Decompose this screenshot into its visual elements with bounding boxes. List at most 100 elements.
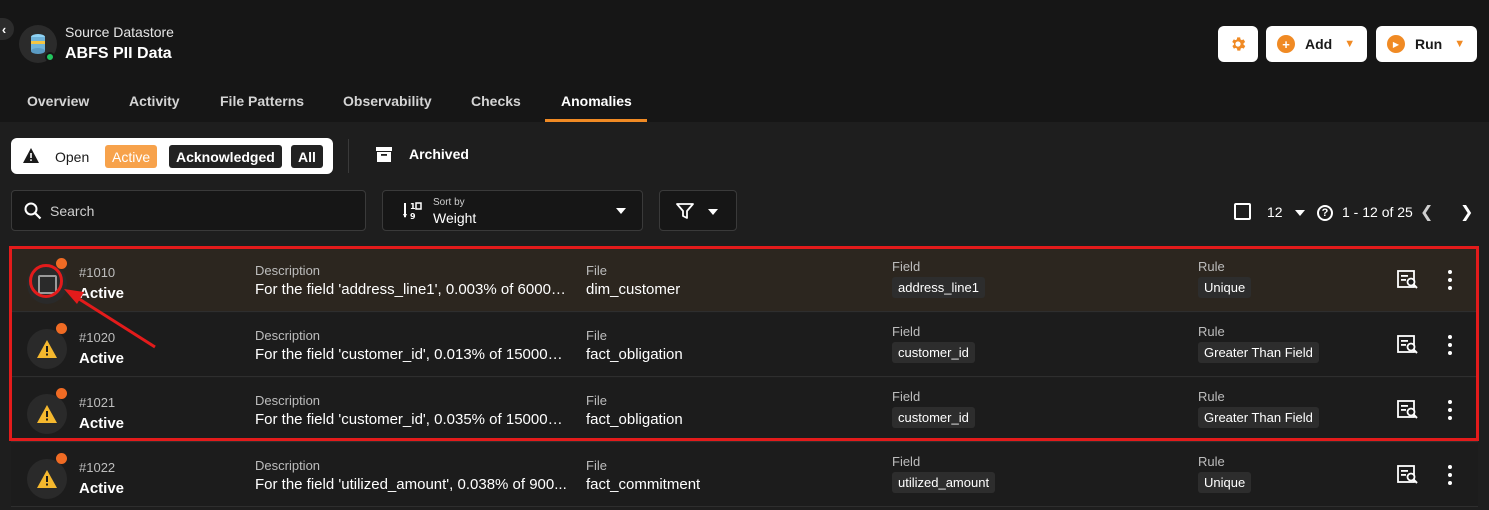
anomaly-status: Active [79,480,125,497]
online-status-dot [45,52,55,62]
per-page-select[interactable]: 12 [1267,204,1283,220]
plus-icon: + [1277,35,1295,53]
table-row[interactable]: #1010 Active Description For the field '… [11,248,1478,312]
table-row[interactable]: #1020 Active Description For the field '… [11,313,1478,377]
description-label: Description [255,263,321,278]
status-dot [56,388,67,399]
tab-checks[interactable]: Checks [471,93,521,109]
details-icon[interactable] [1397,465,1419,485]
anomaly-status: Active [79,285,125,302]
file-value: fact_obligation [586,346,683,363]
sort-dropdown[interactable]: 1 9 Sort by Weight [382,190,643,231]
description-label: Description [255,458,321,473]
run-button[interactable]: ▶ Run ▼ [1376,26,1477,62]
table-row[interactable]: #1022 Active Description For the field '… [11,443,1478,507]
chevron-right-icon[interactable]: ❯ [1460,202,1473,222]
rule-label: Rule [1198,259,1225,274]
archived-button[interactable]: Archived [376,146,469,162]
anomaly-id: #1020 [79,330,116,345]
sort-icon: 1 9 [403,202,422,221]
rule-chip: Greater Than Field [1198,342,1319,363]
search-input[interactable] [50,191,350,230]
anomaly-status: Active [79,415,125,432]
file-label: File [586,328,607,343]
row-checkbox[interactable] [37,274,57,294]
description-value: For the field 'address_line1', 0.003% of… [255,281,570,298]
warning-icon [37,340,57,358]
add-button[interactable]: + Add ▼ [1266,26,1367,62]
details-icon[interactable] [1397,270,1419,290]
tab-activity[interactable]: Activity [129,93,180,109]
select-all-checkbox[interactable] [1234,203,1251,220]
more-icon[interactable] [1443,400,1457,420]
description-value: For the field 'customer_id', 0.035% of 1… [255,411,570,428]
field-label: Field [892,454,921,469]
description-label: Description [255,393,321,408]
filter-button[interactable] [659,190,737,231]
header-bar: ‹ Source Datastore ABFS PII Data + Add ▼… [0,0,1489,122]
warning-icon [23,148,39,163]
description-value: For the field 'customer_id', 0.013% of 1… [255,346,570,363]
chevron-down-icon: ▼ [1454,38,1466,50]
help-icon[interactable]: ? [1317,205,1333,221]
filter-open[interactable]: Open [48,145,96,168]
chevron-down-icon [708,209,718,215]
filter-icon [676,203,694,219]
more-icon[interactable] [1443,270,1457,290]
search-box [11,190,366,231]
status-filter: Open Active Acknowledged All [11,138,333,174]
field-chip: utilized_amount [892,472,996,493]
archived-label: Archived [409,146,469,162]
chevron-down-icon: ▼ [1344,38,1356,50]
filter-all[interactable]: All [291,145,323,168]
sort-value: Weight [433,210,477,226]
file-label: File [586,458,607,473]
search-icon [24,202,42,220]
filter-active[interactable]: Active [105,145,158,168]
chevron-left-icon[interactable]: ❮ [1420,202,1433,222]
table-row[interactable]: #1021 Active Description For the field '… [11,378,1478,442]
svg-text:9: 9 [410,212,416,221]
more-icon[interactable] [1443,335,1457,355]
file-label: File [586,263,607,278]
filter-acknowledged[interactable]: Acknowledged [169,145,282,168]
warning-avatar [27,329,67,369]
divider [348,139,349,173]
svg-text:1: 1 [410,202,416,211]
field-chip: customer_id [892,342,975,363]
warning-icon [37,405,57,423]
sort-label: Sort by [433,197,465,208]
tab-overview[interactable]: Overview [27,93,89,109]
status-dot [56,323,67,334]
field-chip: address_line1 [892,277,985,298]
status-dot [56,258,67,269]
play-icon: ▶ [1387,35,1405,53]
tab-anomalies[interactable]: Anomalies [561,93,632,109]
file-value: fact_obligation [586,411,683,428]
rule-chip: Unique [1198,472,1252,493]
file-value: dim_customer [586,281,681,298]
description-value: For the field 'utilized_amount', 0.038% … [255,476,567,493]
details-icon[interactable] [1397,400,1419,420]
run-button-label: Run [1415,36,1443,52]
tab-file-patterns[interactable]: File Patterns [220,93,304,109]
rule-chip: Greater Than Field [1198,407,1319,428]
warning-avatar [27,459,67,499]
archive-icon [376,146,392,162]
tab-observability[interactable]: Observability [343,93,432,109]
row-checkbox-wrapper[interactable] [27,264,67,304]
rule-chip: Unique [1198,277,1252,298]
warning-avatar [27,394,67,434]
gear-icon [1232,37,1246,51]
details-icon[interactable] [1397,335,1419,355]
back-icon[interactable]: ‹ [0,18,14,40]
breadcrumb-label: Source Datastore [65,24,174,40]
chevron-down-icon[interactable] [1295,210,1305,216]
more-icon[interactable] [1443,465,1457,485]
anomaly-id: #1010 [79,265,116,280]
active-tab-indicator [545,119,647,122]
anomaly-status: Active [79,350,125,367]
settings-button[interactable] [1218,26,1258,62]
description-label: Description [255,328,321,343]
chevron-down-icon [616,208,626,214]
